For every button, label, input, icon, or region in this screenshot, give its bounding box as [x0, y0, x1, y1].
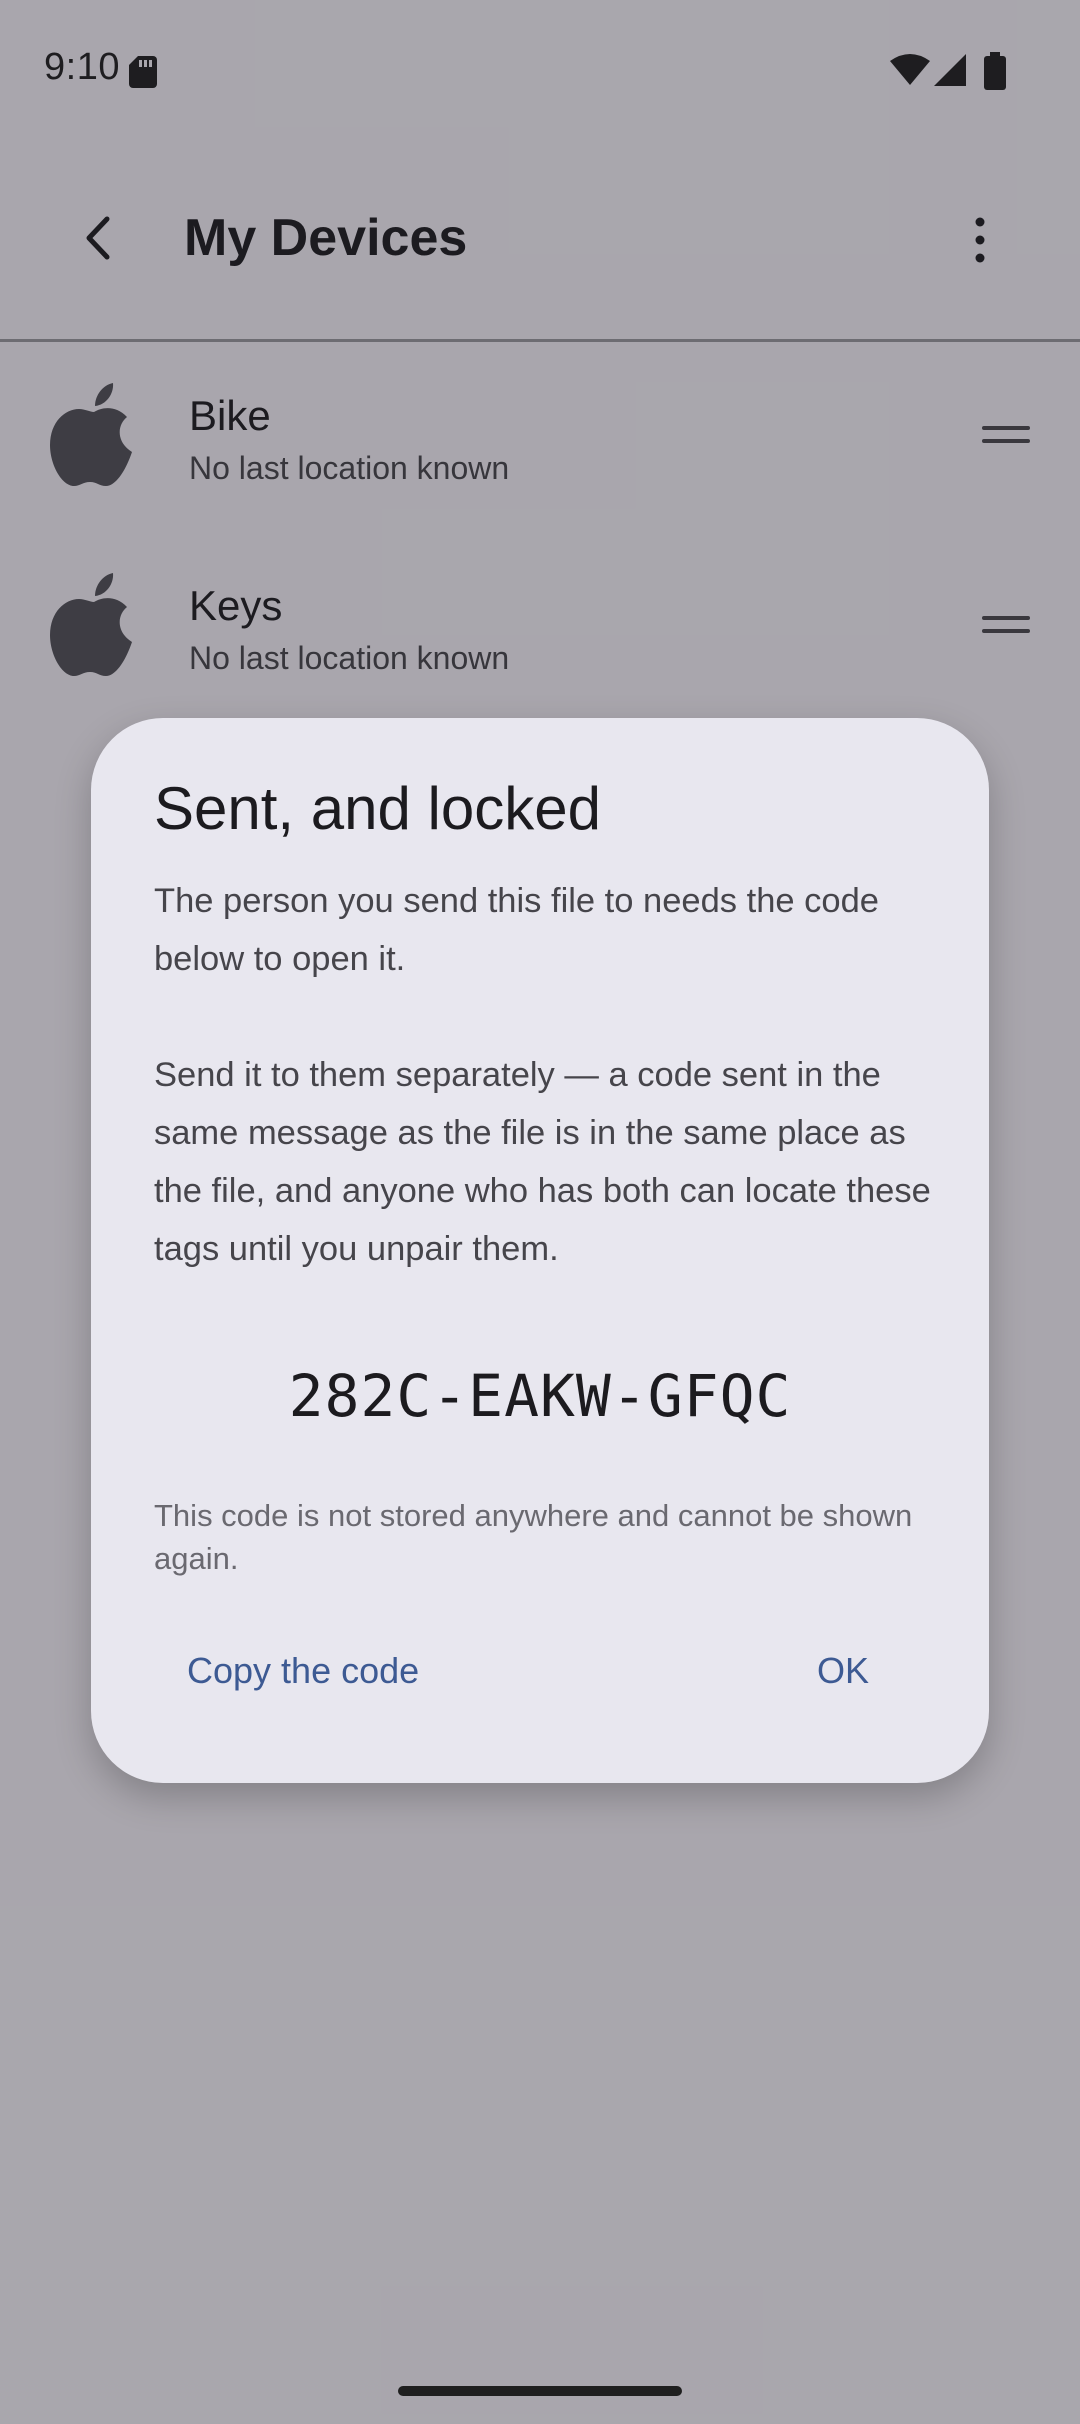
code-dialog: Sent, and locked The person you send thi…: [91, 718, 989, 1783]
dialog-body-paragraph: The person you send this file to needs t…: [154, 882, 879, 978]
unlock-code: 282C-EAKW-GFQC: [288, 1362, 792, 1430]
dialog-title: Sent, and locked: [154, 775, 601, 842]
home-indicator[interactable]: [398, 2386, 682, 2396]
dialog-body: The person you send this file to needs t…: [154, 872, 934, 1278]
ok-button[interactable]: OK: [817, 1650, 869, 1710]
copy-code-button[interactable]: Copy the code: [187, 1650, 419, 1710]
screen: 9:10 My Devices Bike No last location kn…: [0, 0, 1080, 2424]
code-note: This code is not stored anywhere and can…: [154, 1498, 913, 1576]
dialog-body-paragraph: Send it to them separately — a code sent…: [154, 1056, 931, 1268]
